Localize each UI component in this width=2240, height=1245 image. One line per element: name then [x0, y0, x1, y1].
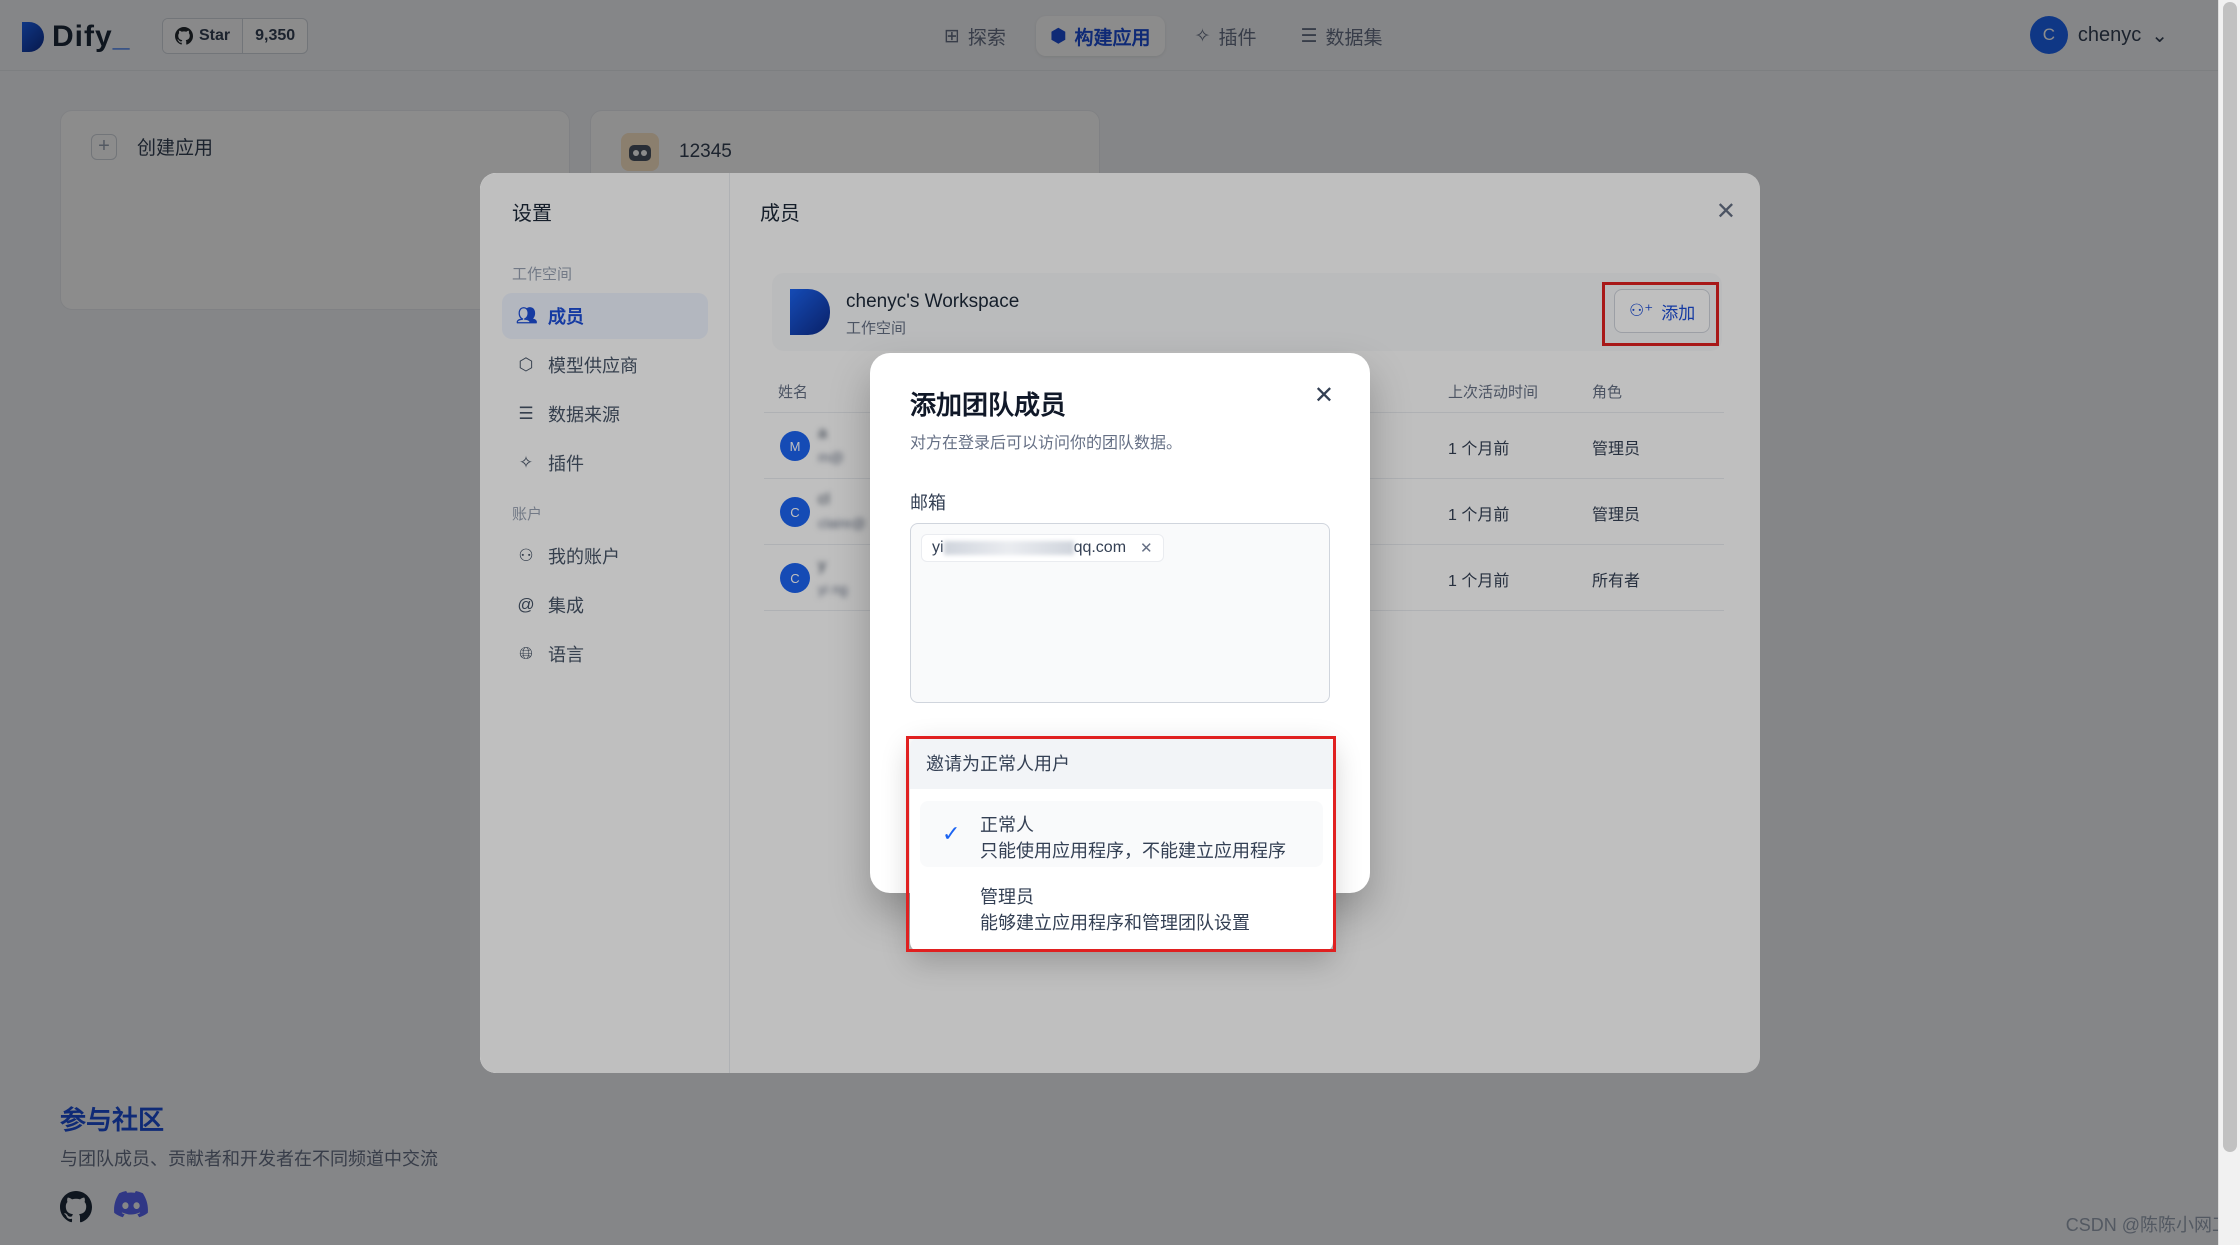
dialog-title: 添加团队成员	[910, 390, 1067, 420]
email-tag: yi qq.com ✕	[921, 534, 1164, 562]
email-tag-prefix: yi	[932, 539, 944, 556]
email-field[interactable]: yi qq.com ✕	[910, 523, 1330, 703]
email-label: 邮箱	[910, 493, 946, 513]
email-tag-suffix: qq.com	[1073, 539, 1127, 556]
close-icon[interactable]: ✕	[1314, 381, 1334, 410]
scrollbar[interactable]	[2218, 0, 2240, 1245]
remove-tag-icon[interactable]: ✕	[1140, 539, 1153, 557]
scrollbar-thumb[interactable]	[2223, 2, 2237, 1152]
email-redaction	[943, 540, 1074, 555]
highlight-box-role	[906, 736, 1336, 952]
dialog-subtitle: 对方在登录后可以访问你的团队数据。	[910, 435, 1183, 452]
